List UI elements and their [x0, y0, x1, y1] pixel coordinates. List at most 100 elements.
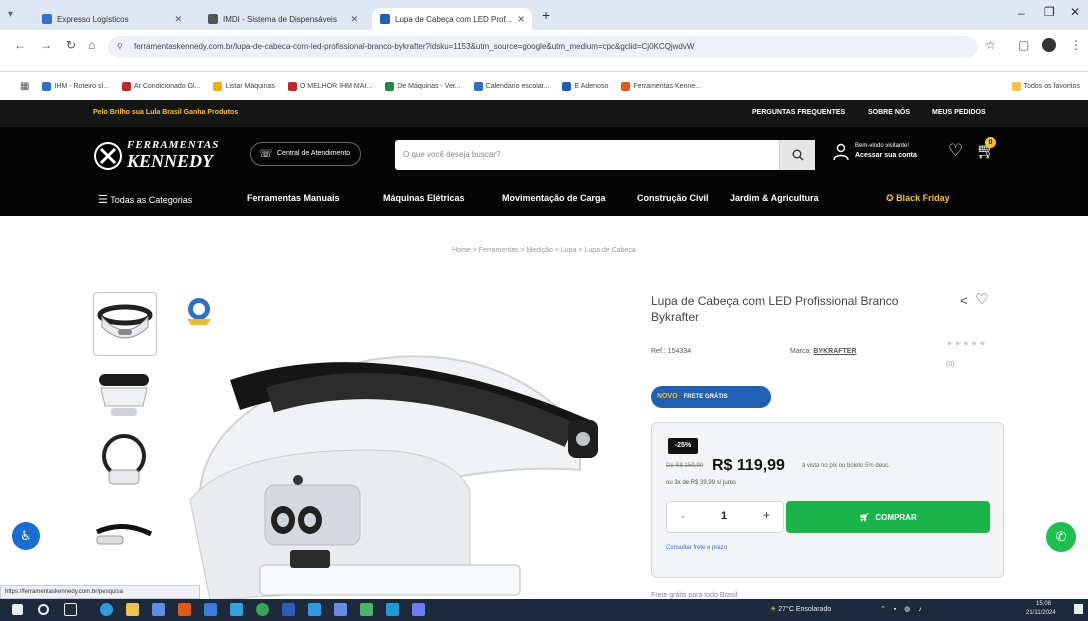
whatsapp-float-button[interactable]: ✆: [1046, 522, 1076, 552]
bookmark-item[interactable]: Ferramentas Kenne...: [621, 81, 701, 91]
bookmark-item[interactable]: O MELHOR IHM MAI...: [287, 81, 373, 91]
rating-count: (0): [946, 361, 955, 368]
tab-1[interactable]: IMDI - Sistema de Dispensáveis ✕: [200, 8, 366, 30]
close-tab-icon[interactable]: ✕: [174, 14, 182, 25]
discount-badge: -25%: [668, 438, 698, 454]
profile-avatar[interactable]: [1042, 38, 1056, 52]
apps-icon[interactable]: ▦: [20, 81, 29, 92]
category-ferramentas-manuais[interactable]: Ferramentas Manuais: [247, 193, 340, 203]
menu-kebab-icon[interactable]: ⋮: [1070, 38, 1082, 52]
maximize-icon[interactable]: ❐: [1044, 5, 1055, 19]
brand-seal-icon: [183, 295, 215, 327]
notification-icon[interactable]: [1074, 604, 1083, 614]
site-info-icon[interactable]: ⚲: [117, 36, 123, 58]
home-icon[interactable]: ⌂: [88, 38, 95, 52]
shipping-link[interactable]: Consultar frete e prazo: [666, 545, 727, 551]
badge-sub: FRETE GRÁTIS: [683, 394, 728, 400]
wishlist-heart-icon[interactable]: ♡: [948, 141, 963, 161]
bookmark-item[interactable]: Listar Máquinas: [213, 81, 275, 91]
top-link-orders[interactable]: MEUS PEDIDOS: [932, 109, 986, 116]
search-icon[interactable]: [38, 604, 49, 615]
bookmark-item[interactable]: De Máquinas - Ver...: [385, 81, 461, 91]
bookmark-item[interactable]: E Adenoso: [562, 81, 608, 91]
top-link-about[interactable]: SOBRE NÓS: [868, 109, 910, 116]
tab-0[interactable]: Expresso Logísticos ✕: [34, 8, 190, 30]
below-box-note: Frete grátis para todo Brasil: [651, 592, 738, 599]
qty-minus-button[interactable]: -: [681, 509, 685, 523]
bookmark-label: O MELHOR IHM MAI...: [299, 82, 373, 90]
clock-time[interactable]: 15:08: [1036, 601, 1051, 607]
app-icon[interactable]: [386, 603, 399, 616]
promo-link[interactable]: Pelo Brilho sua Lula Brasil Ganha Produt…: [93, 109, 238, 116]
all-categories-button[interactable]: ☰ Todas as Categorias: [98, 193, 192, 206]
cart-icon[interactable]: 🛒︎ 0: [976, 137, 996, 161]
back-icon[interactable]: ←: [14, 38, 26, 52]
share-icon[interactable]: <: [960, 293, 968, 308]
search-placeholder: O que você deseja buscar?: [403, 150, 501, 159]
tab-title: Lupa de Cabeça com LED Prof...: [395, 14, 513, 24]
rating-stars[interactable]: ★★★★★: [946, 339, 987, 348]
top-link-faq[interactable]: PERGUNTAS FREQUENTES: [752, 109, 845, 116]
search-input[interactable]: O que você deseja buscar?: [395, 140, 815, 170]
thumbnail-2[interactable]: [93, 366, 157, 430]
task-view-icon[interactable]: [64, 603, 77, 616]
tab-2-active[interactable]: Lupa de Cabeça com LED Prof... ✕: [372, 8, 532, 30]
app-icon[interactable]: [204, 603, 217, 616]
headband-magnifier-thumb: [99, 374, 149, 416]
central-label: Central de Atendimento: [277, 150, 351, 157]
app-icon[interactable]: [360, 603, 373, 616]
bookmark-item[interactable]: IHM - Roteiro sl...: [42, 81, 109, 91]
thumbnail-1-selected[interactable]: [93, 292, 157, 356]
edge-icon[interactable]: [100, 603, 113, 616]
app-icon[interactable]: [178, 603, 191, 616]
bookmark-item[interactable]: Ar Condicionado Gl...: [121, 81, 200, 91]
close-tab-icon[interactable]: ✕: [517, 14, 525, 25]
chrome-icon[interactable]: [256, 603, 269, 616]
app-icon[interactable]: [230, 603, 243, 616]
headband-magnifier-thumb: [102, 434, 146, 485]
breadcrumb[interactable]: Home > Ferramentas > Medição > Lupa > Lu…: [0, 247, 1088, 254]
thumbnail-3[interactable]: [93, 430, 157, 494]
search-button[interactable]: [779, 140, 815, 170]
thumbnail-4[interactable]: [93, 502, 157, 566]
main-product-image[interactable]: [170, 340, 610, 610]
favorite-heart-icon[interactable]: ♡: [975, 290, 988, 308]
minimize-icon[interactable]: –: [1018, 6, 1025, 20]
buy-button[interactable]: 🛒︎ COMPRAR: [786, 501, 990, 533]
accessibility-button[interactable]: ♿︎: [12, 522, 40, 550]
clock-date[interactable]: 21/11/2024: [1026, 610, 1056, 616]
category-movimentacao-carga[interactable]: Movimentação de Carga: [502, 193, 606, 203]
url-input[interactable]: ⚲ ferramentaskennedy.com.br/lupa-de-cabe…: [108, 36, 978, 58]
word-icon[interactable]: [282, 603, 295, 616]
category-maquinas-eletricas[interactable]: Máquinas Elétricas: [383, 193, 465, 203]
forward-icon[interactable]: →: [40, 38, 52, 52]
window-close-icon[interactable]: ✕: [1070, 5, 1080, 19]
app-icon[interactable]: [412, 603, 425, 616]
extensions-icon[interactable]: ▢: [1018, 38, 1029, 52]
brand-link[interactable]: BYKRAFTER: [813, 348, 856, 355]
tab-search-icon[interactable]: ▾: [8, 9, 13, 20]
central-atendimento-button[interactable]: ☏ Central de Atendimento: [250, 142, 362, 166]
all-bookmarks[interactable]: Todos os favoritos: [1011, 81, 1088, 91]
new-tab-button[interactable]: +: [542, 7, 550, 23]
quantity-stepper[interactable]: - 1 +: [666, 501, 784, 533]
bookmark-star-icon[interactable]: ☆: [985, 38, 996, 52]
current-price: R$ 119,99: [712, 457, 785, 474]
qty-plus-button[interactable]: +: [763, 508, 770, 522]
app-icon[interactable]: [308, 603, 321, 616]
tray-icons[interactable]: ⌃ ▪ ◍ ♪: [880, 605, 925, 613]
app-icon[interactable]: [334, 603, 347, 616]
user-icon: [833, 143, 849, 161]
qty-value[interactable]: 1: [721, 510, 727, 522]
windows-start-icon[interactable]: [12, 604, 23, 615]
store-icon[interactable]: [152, 603, 165, 616]
close-tab-icon[interactable]: ✕: [350, 14, 358, 25]
weather-widget[interactable]: ☀ 27°C Ensolarado: [770, 605, 831, 613]
bookmark-item[interactable]: Calendário escolar...: [473, 81, 549, 91]
category-jardim-agricultura[interactable]: Jardim & Agricultura: [730, 193, 819, 203]
explorer-icon[interactable]: [126, 603, 139, 616]
category-black-friday[interactable]: ✪ Black Friday: [886, 193, 950, 204]
search-icon: [792, 149, 803, 161]
reload-icon[interactable]: ↻: [66, 38, 76, 52]
category-construcao-civil[interactable]: Construção Civil: [637, 193, 709, 203]
